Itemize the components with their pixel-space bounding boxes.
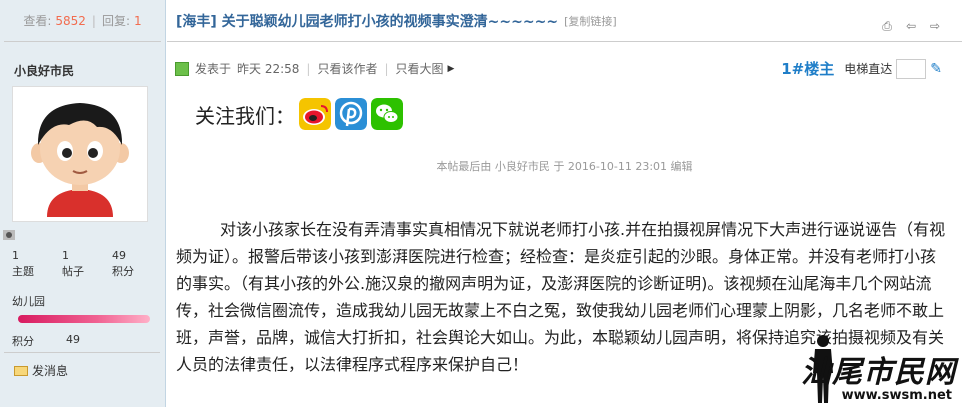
weibo-icon[interactable] [299,98,331,130]
watermark-title: 汕尾市民网 [801,355,956,390]
view-count: 5852 [55,13,86,28]
stat-points-label: 积分 [112,265,134,278]
stat-points[interactable]: 49 积分 [112,248,162,280]
author-username[interactable]: 小良好市民 [14,62,74,79]
stat-threads[interactable]: 1 主题 [12,248,62,280]
edit-note: 本帖最后由 小良好市民 于 2016-10-11 23:01 编辑 [436,160,693,173]
stat-posts-value: 1 [62,249,69,262]
only-large-image-link[interactable]: 只看大图 [396,60,444,77]
stat-posts-label: 帖子 [62,265,84,278]
watermark-url: www.swsm.net [841,388,952,403]
thread-stats: 查看: 5852 | 回复: 1 [4,0,161,42]
only-author-link[interactable]: 只看该作者 [317,60,377,77]
post-meta: 发表于 昨天 22:58 | 只看该作者 | 只看大图 ▶ [175,60,454,77]
print-icon[interactable]: ⎙ [880,19,894,33]
floor-area: 1#楼主 电梯直达 ✎ [781,58,942,79]
points-value: 49 [66,333,80,346]
prev-thread-icon[interactable]: ⇦ [904,19,918,33]
site-watermark: 汕尾市民网 www.swsm.net [792,319,962,407]
stat-points-value: 49 [112,249,126,262]
send-message-label: 发消息 [32,364,69,378]
send-message-button[interactable]: 发消息 [14,362,68,379]
floor-number[interactable]: 1#楼主 [781,58,834,79]
posted-time: 昨天 22:58 [237,62,300,76]
meta-divider: | [306,61,311,76]
thread-title-bar: [海丰] 关于聪颖幼儿园老师打小孩的视频事实澄清~~~~~~ [复制链接] ⎙ … [167,0,962,42]
copy-link-button[interactable]: [复制链接] [564,13,617,29]
user-stats: 1 主题 1 帖子 49 积分 [12,248,162,280]
user-group[interactable]: 幼儿园 [12,293,45,309]
posted-label: 发表于 [195,62,232,76]
online-user-icon [175,61,189,76]
avatar[interactable] [12,86,148,222]
caret-right-icon: ▶ [447,63,455,74]
floor-jump-input[interactable] [896,58,927,79]
avatar-cartoon-boy [17,91,143,217]
stat-threads-label: 主题 [12,265,34,278]
level-progress-bar [18,315,150,323]
author-sidebar: 查看: 5852 | 回复: 1 小良好市民 1 主题 1 帖子 49 积分 幼… [0,0,166,407]
envelope-icon [14,365,28,376]
reply-count: 1 [134,13,142,28]
stats-divider: | [91,13,96,28]
meta-divider: | [384,61,389,76]
follow-us: 关注我们： [195,98,403,130]
stat-posts[interactable]: 1 帖子 [62,248,112,280]
points-label: 积分 [12,335,34,348]
sidebar-divider [4,352,160,353]
elevator-label: 电梯直达 [844,62,893,76]
thread-title[interactable]: [海丰] 关于聪颖幼儿园老师打小孩的视频事实澄清~~~~~~ [176,11,558,31]
stat-threads-value: 1 [12,249,19,262]
next-thread-icon[interactable]: ⇨ [928,19,942,33]
title-tools: ⎙ ⇦ ⇨ [880,19,942,34]
post-main: [海丰] 关于聪颖幼儿园老师打小孩的视频事实澄清~~~~~~ [复制链接] ⎙ … [167,0,962,407]
wechat-icon[interactable] [371,98,403,130]
pinterest-icon[interactable] [335,98,367,130]
points-row: 积分 49 [12,333,80,349]
follow-label: 关注我们： [195,103,295,128]
jump-go-icon[interactable]: ✎ [930,61,942,77]
view-label: 查看: [23,14,52,28]
online-status-icon [3,230,15,240]
reply-label: 回复: [101,14,131,28]
